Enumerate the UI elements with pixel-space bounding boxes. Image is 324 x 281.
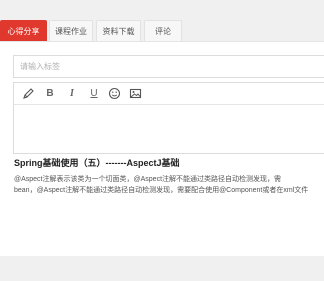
tab-share[interactable]: 心得分享 — [0, 20, 47, 41]
tab-comments[interactable]: 评论 — [144, 20, 182, 41]
bold-icon[interactable]: B — [43, 87, 57, 101]
rich-text-editor[interactable]: B I U — [13, 82, 324, 154]
tab-bar: 心得分享 课程作业 资料下载 评论 — [0, 20, 324, 41]
editor-toolbar: B I U — [14, 83, 324, 105]
notes-panel: 心得分享 课程作业 资料下载 评论 B I U Sprin — [0, 0, 324, 281]
article-excerpt-line: bean，@Aspect注解不能通过类路径自动检测发现，需要配合使用@Compo… — [14, 187, 309, 194]
article-excerpt-line: @Aspect注解表示该类为一个切面类，@Aspect注解不能通过类路径自动检测… — [14, 176, 282, 183]
article-title[interactable]: Spring基础使用（五）-------AspectJ基础 — [14, 156, 180, 169]
share-form: B I U — [0, 41, 324, 256]
underline-icon[interactable]: U — [87, 87, 101, 101]
image-icon[interactable] — [129, 87, 143, 101]
italic-icon[interactable]: I — [65, 87, 79, 101]
pencil-icon[interactable] — [22, 87, 36, 101]
article-excerpt: @Aspect注解表示该类为一个切面类，@Aspect注解不能通过类路径自动检测… — [14, 174, 324, 196]
emoji-icon[interactable] — [108, 87, 122, 101]
tab-downloads[interactable]: 资料下载 — [96, 20, 141, 41]
tab-homework[interactable]: 课程作业 — [49, 20, 93, 41]
tag-input[interactable] — [13, 55, 324, 78]
